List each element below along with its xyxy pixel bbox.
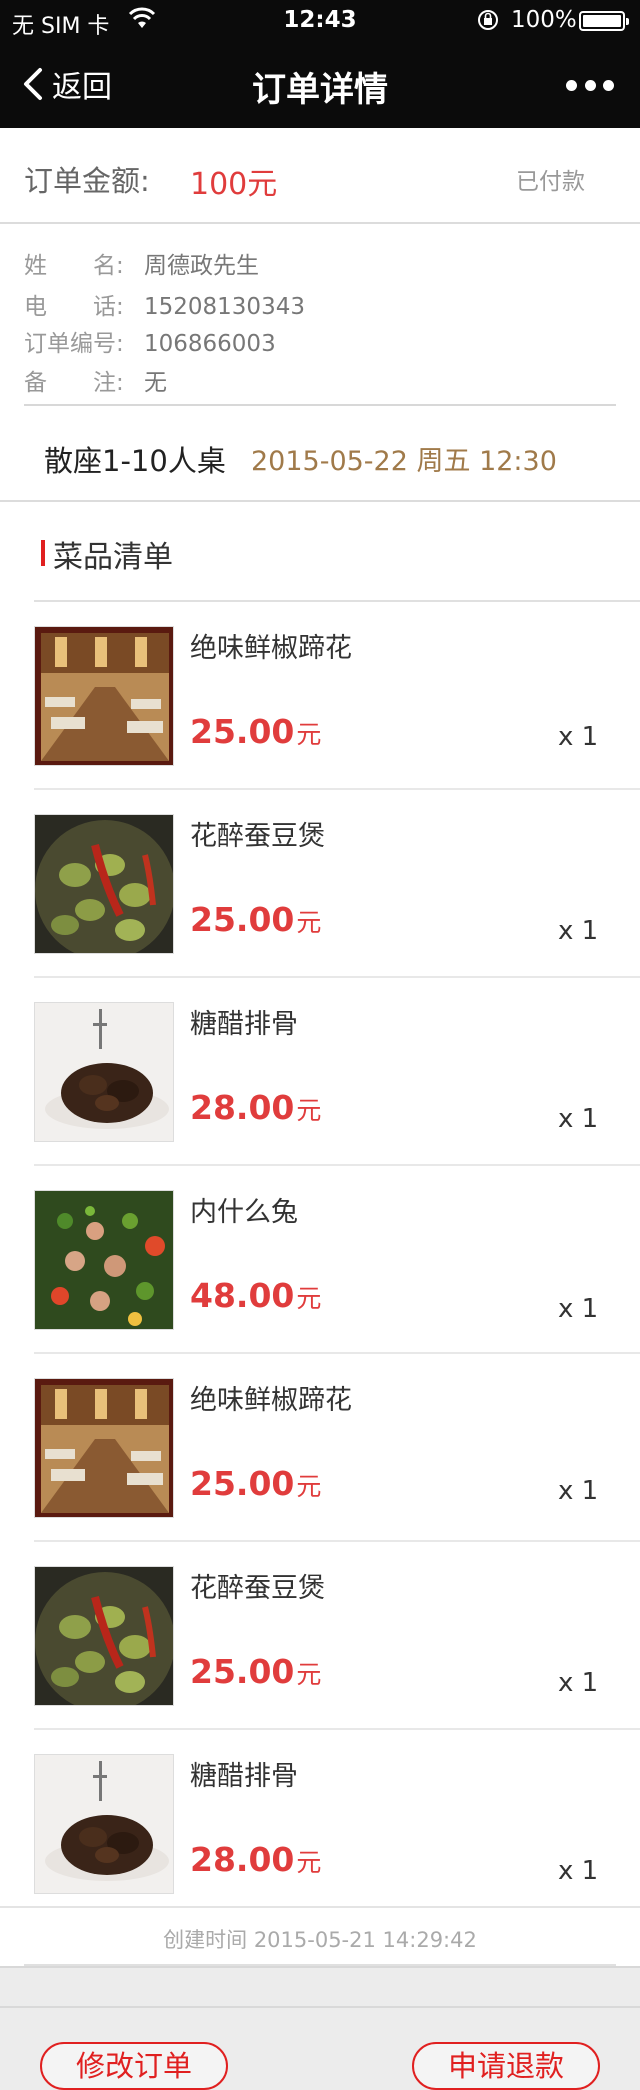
dish-name: 糖醋排骨 [190,1761,298,1792]
price-value: 28.00 [190,1840,295,1879]
page-title: 订单详情 [252,70,388,110]
info-key: 电 话: [24,294,124,320]
info-value: 106866003 [144,331,276,357]
created-time: 创建时间 2015-05-21 14:29:42 [0,1906,640,1966]
dish-item[interactable]: 糖醋排骨 28.00元 x 1 [0,978,640,1166]
dish-price: 28.00元 [190,1088,321,1127]
info-value: 无 [144,370,167,396]
bottom-action-bar: 修改订单 申请退款 [0,1966,640,2090]
info-remark: 备 注: 无 [24,363,584,397]
top-bar: 无 SIM 卡 12:43 100% 返回 订单详情 [0,0,640,128]
dish-price: 25.00元 [190,1652,321,1691]
dish-image [34,1002,174,1142]
more-options-icon[interactable] [566,72,614,98]
dish-image [34,1378,174,1518]
info-key: 订单编号: [24,331,124,357]
dish-price: 48.00元 [190,1276,321,1315]
dish-quantity: x 1 [558,1294,599,1324]
dish-list-header: 菜品清单 [0,502,640,602]
price-value: 25.00 [190,1652,295,1691]
info-key: 姓 名: [24,253,124,279]
dish-price: 25.00元 [190,900,321,939]
info-key: 备 注: [24,370,124,396]
dish-item[interactable]: 内什么兔 48.00元 x 1 [0,1166,640,1354]
dish-image [34,1190,174,1330]
price-unit: 元 [296,908,322,937]
info-value: 15208130343 [144,294,305,320]
dish-list-title: 菜品清单 [53,540,173,575]
price-unit: 元 [296,1472,322,1501]
table-type: 散座1-10人桌 [44,444,226,478]
dish-image [34,814,174,954]
order-amount-row: 订单金额: 100元 已付款 [0,128,640,224]
price-value: 28.00 [190,1088,295,1127]
price-unit: 元 [296,1848,322,1877]
info-phone: 电 话: 15208130343 [24,287,584,321]
dish-quantity: x 1 [558,722,599,752]
info-order-number: 订单编号: 106866003 [24,324,584,358]
dish-name: 绝味鲜椒蹄花 [190,633,352,664]
dish-quantity: x 1 [558,1668,599,1698]
dish-quantity: x 1 [558,1856,599,1886]
price-unit: 元 [296,1660,322,1689]
price-value: 25.00 [190,1464,295,1503]
rotation-lock-icon [476,8,500,38]
dish-name: 花醉蚕豆煲 [190,1573,325,1604]
battery-percent: 100% [511,7,577,33]
dish-item[interactable]: 绝味鲜椒蹄花 25.00元 x 1 [0,602,640,790]
dish-image [34,1566,174,1706]
status-bar: 无 SIM 卡 12:43 100% [0,0,640,40]
order-amount-value: 100元 [190,167,278,202]
battery-icon [579,11,629,31]
info-name: 姓 名: 周德政先生 [24,246,584,280]
dish-quantity: x 1 [558,916,599,946]
dish-item[interactable]: 花醉蚕豆煲 25.00元 x 1 [0,1542,640,1730]
divider [0,2006,640,2008]
dish-item[interactable]: 糖醋排骨 28.00元 x 1 [0,1730,640,1918]
dish-item[interactable]: 花醉蚕豆煲 25.00元 x 1 [0,790,640,978]
dish-quantity: x 1 [558,1476,599,1506]
price-value: 25.00 [190,900,295,939]
section-marker [41,540,45,566]
dish-price: 25.00元 [190,1464,321,1503]
dish-name: 花醉蚕豆煲 [190,821,325,852]
info-value: 周德政先生 [144,253,259,279]
price-unit: 元 [296,1096,322,1125]
dish-name: 绝味鲜椒蹄花 [190,1385,352,1416]
dish-price: 25.00元 [190,712,321,751]
modify-order-button[interactable]: 修改订单 [40,2042,228,2090]
nav-bar: 返回 订单详情 [0,40,640,128]
refund-request-button[interactable]: 申请退款 [412,2042,600,2090]
price-unit: 元 [296,1284,322,1313]
dish-name: 糖醋排骨 [190,1009,298,1040]
dish-image [34,626,174,766]
dish-quantity: x 1 [558,1104,599,1134]
dish-image [34,1754,174,1894]
dish-name: 内什么兔 [190,1197,298,1228]
price-value: 25.00 [190,712,295,751]
customer-info: 姓 名: 周德政先生 电 话: 15208130343 订单编号: 106866003… [0,226,640,406]
order-amount-label: 订单金额: [24,164,150,198]
price-unit: 元 [296,720,322,749]
dish-item[interactable]: 绝味鲜椒蹄花 25.00元 x 1 [0,1354,640,1542]
reservation-row: 散座1-10人桌 2015-05-22 周五 12:30 [0,406,640,502]
dish-price: 28.00元 [190,1840,321,1879]
reservation-datetime: 2015-05-22 周五 12:30 [251,446,557,477]
price-value: 48.00 [190,1276,295,1315]
payment-status-badge: 已付款 [516,169,585,195]
